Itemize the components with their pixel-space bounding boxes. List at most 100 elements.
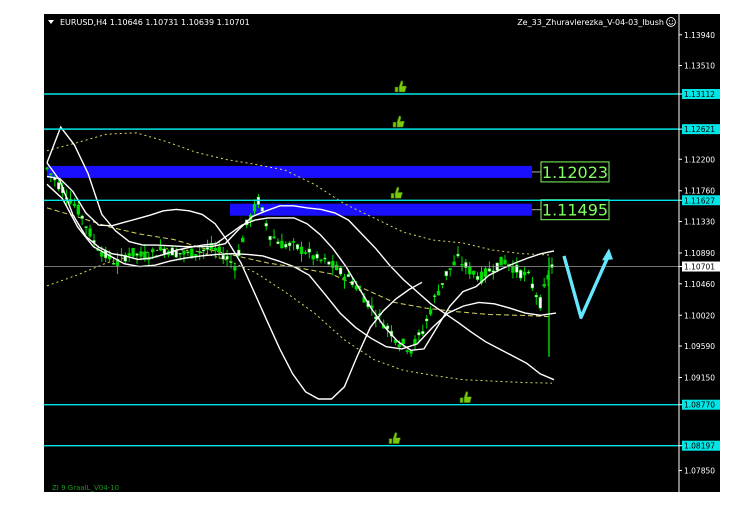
candle[interactable] <box>158 246 163 251</box>
candle[interactable] <box>526 271 531 274</box>
candle[interactable] <box>327 261 331 265</box>
zone-label: 1.11495 <box>542 201 608 220</box>
candle[interactable] <box>264 223 268 227</box>
candle[interactable] <box>436 290 441 296</box>
candle[interactable] <box>151 249 155 253</box>
candle[interactable] <box>139 251 143 257</box>
candle[interactable] <box>233 266 237 271</box>
candle[interactable] <box>468 266 472 275</box>
candle[interactable] <box>323 257 327 260</box>
candle[interactable] <box>303 252 308 254</box>
candle[interactable] <box>213 248 217 251</box>
candle[interactable] <box>201 249 206 252</box>
candle[interactable] <box>276 241 280 245</box>
candle[interactable] <box>503 259 507 265</box>
axis-tick-label: 1.13112 <box>684 90 715 99</box>
candle[interactable] <box>315 253 319 259</box>
candle[interactable] <box>483 268 488 277</box>
candle[interactable] <box>432 295 437 297</box>
candle[interactable] <box>229 261 233 263</box>
axis-tick-label: 1.07850 <box>684 467 715 476</box>
candle[interactable] <box>440 283 445 285</box>
candle[interactable] <box>205 247 210 250</box>
candle[interactable] <box>319 259 323 262</box>
candle[interactable] <box>515 264 519 273</box>
candle[interactable] <box>284 243 288 248</box>
candle[interactable] <box>221 254 225 260</box>
candle[interactable] <box>217 246 221 253</box>
price-zone[interactable] <box>230 203 532 216</box>
candle[interactable] <box>174 250 178 258</box>
candle[interactable] <box>542 284 546 287</box>
candle[interactable] <box>76 204 80 215</box>
chart-window[interactable]: 1.12023 1.11495 1.13940 1.13510 1.13112 1.12… <box>44 14 720 492</box>
axis-tick-label: 1.12621 <box>684 125 715 134</box>
indicator-label: ZI 9 GraalL_V04-10 <box>52 484 119 492</box>
candle[interactable] <box>511 266 515 273</box>
candle[interactable] <box>307 248 311 253</box>
candle[interactable] <box>487 268 492 272</box>
candle[interactable] <box>452 261 456 266</box>
candle[interactable] <box>530 283 535 289</box>
candle[interactable] <box>198 251 202 253</box>
candle[interactable] <box>127 253 131 256</box>
candle[interactable] <box>241 237 245 243</box>
candle[interactable] <box>194 254 198 256</box>
candle[interactable] <box>534 295 538 298</box>
candle[interactable] <box>448 268 452 270</box>
candle[interactable] <box>268 236 272 241</box>
candle[interactable] <box>472 270 476 275</box>
candle[interactable] <box>421 331 425 335</box>
axis-tick-label: 1.10020 <box>684 311 715 320</box>
expert-name: Ze_33_Zhuravlerezka_V-04-03_Ibush <box>517 18 664 27</box>
candle[interactable] <box>45 167 49 170</box>
candle[interactable] <box>135 253 139 256</box>
candle[interactable] <box>397 344 401 348</box>
candle[interactable] <box>88 228 92 237</box>
candle[interactable] <box>425 318 429 322</box>
candle[interactable] <box>350 281 354 286</box>
candle[interactable] <box>100 251 104 257</box>
candle[interactable] <box>72 203 77 206</box>
candle[interactable] <box>237 249 241 257</box>
candle[interactable] <box>84 226 88 228</box>
candle[interactable] <box>519 269 523 279</box>
candle[interactable] <box>456 253 460 257</box>
candle[interactable] <box>342 276 347 281</box>
candle[interactable] <box>460 264 464 266</box>
candle[interactable] <box>444 270 448 277</box>
candle[interactable] <box>131 248 135 257</box>
candle[interactable] <box>522 271 527 276</box>
candle[interactable] <box>291 241 296 243</box>
candle[interactable] <box>57 182 61 190</box>
candle[interactable] <box>288 242 292 246</box>
candle[interactable] <box>401 338 405 345</box>
candle[interactable] <box>405 350 409 352</box>
price-chart[interactable]: 1.12023 1.11495 1.13940 1.13510 1.13112 1.12… <box>44 14 720 492</box>
candle[interactable] <box>111 263 116 265</box>
candle[interactable] <box>346 274 351 277</box>
candle[interactable] <box>49 173 53 175</box>
candle[interactable] <box>538 296 542 309</box>
candle[interactable] <box>80 215 84 219</box>
candle[interactable] <box>178 253 182 255</box>
candle[interactable] <box>338 267 343 275</box>
candle[interactable] <box>186 251 190 254</box>
candle[interactable] <box>182 250 186 255</box>
candle[interactable] <box>260 207 264 212</box>
candle[interactable] <box>335 264 339 271</box>
candle[interactable] <box>280 240 284 249</box>
candle[interactable] <box>409 350 413 354</box>
candle[interactable] <box>299 246 304 254</box>
candle[interactable] <box>475 276 480 280</box>
candle[interactable] <box>272 236 276 239</box>
candle[interactable] <box>225 256 229 260</box>
candle[interactable] <box>311 255 315 260</box>
candle[interactable] <box>428 309 433 315</box>
candle[interactable] <box>252 203 257 212</box>
candle[interactable] <box>499 256 503 266</box>
candle[interactable] <box>417 332 421 336</box>
candle[interactable] <box>162 248 167 255</box>
candle[interactable] <box>295 244 300 250</box>
candle[interactable] <box>550 264 554 268</box>
